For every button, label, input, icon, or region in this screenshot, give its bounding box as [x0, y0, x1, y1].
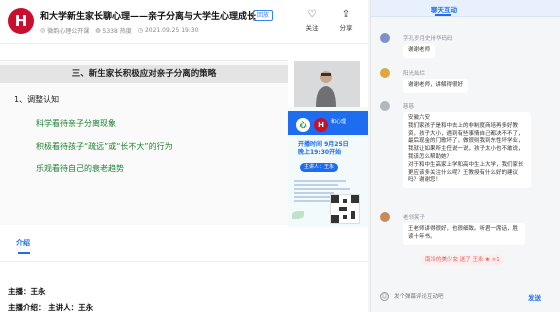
gift-text: 南冷的美少女 送了 王永 [425, 257, 484, 263]
gift-icon: ❀ [485, 257, 490, 263]
speaker-camera [294, 61, 360, 107]
emoji-icon[interactable]: ☺ [380, 292, 389, 301]
poster-time: 开播时间 9月25日 晚上19:30开始 [298, 141, 349, 157]
channel-logo[interactable]: H [8, 8, 34, 34]
qr-code [330, 194, 360, 224]
poster-time-line-1: 开播时间 9月25日 [298, 141, 349, 148]
speaker-figure [316, 71, 336, 107]
avatar[interactable] [380, 68, 390, 78]
share-label: 分享 [339, 24, 353, 32]
chat-panel: 聊天互动 字孔岁月史卅华码码 谢谢老师 阳光灿烂 谢谢老师，讲解得很好 慈慈 安… [370, 0, 560, 312]
slide-point: 1、调整认知 [14, 95, 60, 104]
chat-username: 字孔岁月史卅华码码 [403, 36, 453, 42]
share-icon: ⇪ [341, 9, 351, 20]
page-title: 和大学新生家长聊心理——亲子分离与大学生心理成长 [40, 12, 257, 22]
poster-logo-right: H [314, 118, 328, 132]
follow-icon: ♡ [307, 9, 317, 20]
chat-bubble: 谢谢老师 [403, 44, 436, 58]
date-meta: ◷ 2021.09.25 19:30 [138, 26, 199, 35]
send-button[interactable]: 发送 [528, 292, 541, 302]
slide-title: 三、新生家长积极应对亲子分离的策略 [0, 65, 288, 83]
status-badge: 回放 [253, 10, 274, 21]
chat-input-bar: ☺ 发送 [376, 291, 556, 305]
poster-host: 主讲人：王永 [300, 163, 339, 172]
chat-username: 阳光灿烂 [403, 71, 426, 77]
meta-row: ◎ 微韵心理公开课 ◍ 5338 热度 ◷ 2021.09.25 19:30 [40, 26, 199, 35]
tab-chat[interactable]: 聊天互动 [431, 4, 457, 14]
qr-pattern [331, 195, 359, 223]
avatar[interactable] [380, 33, 390, 43]
tab-intro[interactable]: 介绍 [16, 238, 30, 248]
host-line: 主播：王永 [8, 287, 46, 296]
chat-username: 老邻笑子 [403, 215, 426, 221]
chat-username: 慈慈 [403, 104, 415, 110]
chat-bubble: 安徽六安 我们家孩子是和中去上的非制度商培再多好教资，孩子大小，遇到有些事情自己… [403, 112, 531, 189]
leaf-decoration [292, 211, 304, 219]
video-player[interactable]: 三、新生家长积极应对亲子分离的策略 1、调整认知 科学看待亲子分离现象 积极看待… [0, 45, 368, 230]
tab-bar: 介绍 [0, 232, 368, 262]
share-button[interactable]: ⇪ 分享 [334, 8, 358, 32]
app: H 和大学新生家长聊心理——亲子分离与大学生心理成长 回放 ◎ 微韵心理公开课 ◍… [0, 0, 560, 312]
intro-line: 主播介绍： 主讲人：王永 [8, 303, 94, 312]
views-count: 5338 热度 [102, 28, 132, 35]
slide-line-3: 乐观看待自己的衰老趋势 [36, 164, 124, 173]
main-panel: H 和大学新生家长聊心理——亲子分离与大学生心理成长 回放 ◎ 微韵心理公开课 ◍… [0, 0, 368, 312]
page-header: H 和大学新生家长聊心理——亲子分离与大学生心理成长 回放 ◎ 微韵心理公开课 ◍… [0, 0, 368, 44]
org-icon: ◎ [40, 27, 46, 34]
poster-brand: 和心理 [331, 119, 347, 125]
chat-bubble: 谢谢老师，讲解得很好 [403, 79, 469, 93]
chat-tab-indicator [435, 14, 451, 16]
tab-active-indicator [18, 252, 30, 254]
follow-button[interactable]: ♡ 关注 [300, 8, 324, 32]
follow-label: 关注 [305, 24, 319, 32]
gift-count: ×1 [491, 257, 500, 263]
slide-line-2: 积极看待孩子“疏远”或“长不大”的行为 [36, 142, 173, 151]
chat-bubble: 王老师讲得很好，也很细致。听君一席话，胜读十年书。 [403, 223, 525, 245]
views-meta: ◍ 5338 热度 [95, 26, 131, 35]
poster-banner: 心 H 和心理 [288, 111, 368, 135]
date-text: 2021.09.25 19:30 [144, 27, 199, 34]
chat-header: 聊天互动 [371, 0, 560, 17]
org-name: 微韵心理公开课 [47, 28, 90, 35]
org-meta[interactable]: ◎ 微韵心理公开课 [40, 26, 89, 35]
poster-logo-left: 心 [296, 118, 310, 132]
poster-time-line-2: 晚上19:30开始 [298, 149, 342, 156]
clock-icon: ◷ [137, 27, 143, 34]
avatar[interactable] [380, 212, 390, 222]
chat-input[interactable] [394, 291, 514, 303]
avatar[interactable] [380, 101, 390, 111]
slide-line-1: 科学看待亲子分离现象 [36, 119, 116, 128]
fire-icon: ◍ [95, 27, 101, 34]
gift-notice: 南冷的美少女 送了 王永 ❀ ×1 [421, 255, 504, 265]
presentation-slide: 三、新生家长积极应对亲子分离的策略 1、调整认知 科学看待亲子分离现象 积极看待… [0, 60, 288, 225]
